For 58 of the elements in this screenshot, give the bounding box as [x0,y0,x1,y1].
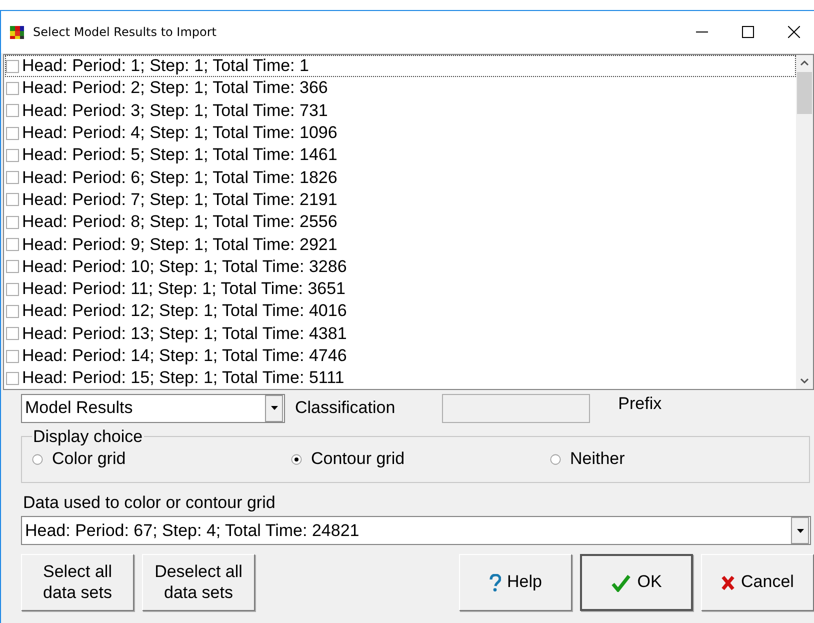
scroll-thumb[interactable] [797,72,812,114]
checkbox[interactable] [6,350,19,362]
close-icon[interactable] [788,26,800,38]
checkbox[interactable] [6,282,19,296]
help-button[interactable]: Help [459,554,572,611]
data-set-item[interactable]: Head: Period: 2; Step: 1; Total Time: 366 [5,77,796,100]
app-icon [9,24,25,40]
checkbox[interactable] [6,260,19,274]
data-set-item[interactable]: Head: Period: 10; Step: 1; Total Time: 3286 [5,256,796,278]
model-results-dropdown[interactable]: Model Results [21,394,285,422]
data-set-item[interactable]: Head: Period: 11; Step: 1; Total Time: 3651 [5,278,796,300]
group-title: Display choice [32,427,144,447]
scrollbar[interactable] [796,55,813,389]
data-set-item[interactable]: Head: Period: 13; Step: 1; Total Time: 4381 [5,322,796,345]
radio-label[interactable]: Color grid [52,449,126,469]
data-set-item[interactable]: Head: Period: 1; Step: 1; Total Time: 1 [5,55,796,78]
data-set-item[interactable]: Head: Period: 14; Step: 1; Total Time: 4746 [5,344,796,368]
checkbox[interactable] [6,82,19,95]
radio-label[interactable]: Contour grid [311,449,405,469]
deselect-all-button[interactable]: Deselect all data sets [142,554,255,611]
cancel-button[interactable]: Cancel [701,554,814,611]
classification-label: Classification [295,398,396,418]
radio-button[interactable] [550,454,561,464]
checkbox[interactable] [6,104,19,118]
maximize-icon[interactable] [742,26,754,38]
data-set-item[interactable]: Head: Period: 3; Step: 1; Total Time: 731 [5,100,796,122]
checkbox[interactable] [6,372,19,385]
data-set-item[interactable]: Head: Period: 7; Step: 1; Total Time: 2191 [5,188,796,212]
prefix-label: Prefix [618,394,662,414]
checkbox[interactable] [6,126,19,140]
checkbox[interactable] [6,148,19,162]
radio-button[interactable] [291,454,302,464]
checkbox[interactable] [6,238,19,252]
ok-button[interactable]: OK [580,554,693,611]
data-set-item[interactable]: Head: Period: 4; Step: 1; Total Time: 1096 [5,122,796,144]
caret-icon [270,406,278,410]
data-set-item[interactable]: Head: Period: 15; Step: 1; Total Time: 5111 [5,367,796,389]
question-mark-icon [489,574,502,592]
checkbox[interactable] [6,304,19,318]
checkbox[interactable] [6,216,19,229]
data-set-item[interactable]: Head: Period: 12; Step: 1; Total Time: 4016 [5,300,796,323]
checkbox[interactable] [6,171,19,184]
select-all-button[interactable]: Select all data sets [21,554,134,611]
caret-icon [796,528,804,532]
data-set-item[interactable]: Head: Period: 8; Step: 1; Total Time: 2556 [5,211,796,234]
checkbox[interactable] [6,193,19,206]
cross-icon [721,574,736,590]
window-title: Select Model Results to Import [33,25,217,39]
checkbox[interactable] [6,60,19,73]
data-used-dropdown[interactable]: Head: Period: 67; Step: 4; Total Time: 24821 [21,516,811,545]
data-set-item[interactable]: Head: Period: 5; Step: 1; Total Time: 1461 [5,144,796,166]
data-used-label: Data used to color or contour grid [23,493,276,513]
radio-label[interactable]: Neither [570,449,625,469]
checkmark-icon [611,574,632,592]
radio-button[interactable] [32,454,43,464]
data-set-item[interactable]: Head: Period: 9; Step: 1; Total Time: 2921 [5,233,796,256]
data-set-item[interactable]: Head: Period: 6; Step: 1; Total Time: 1826 [5,166,796,189]
checkbox[interactable] [6,327,19,340]
